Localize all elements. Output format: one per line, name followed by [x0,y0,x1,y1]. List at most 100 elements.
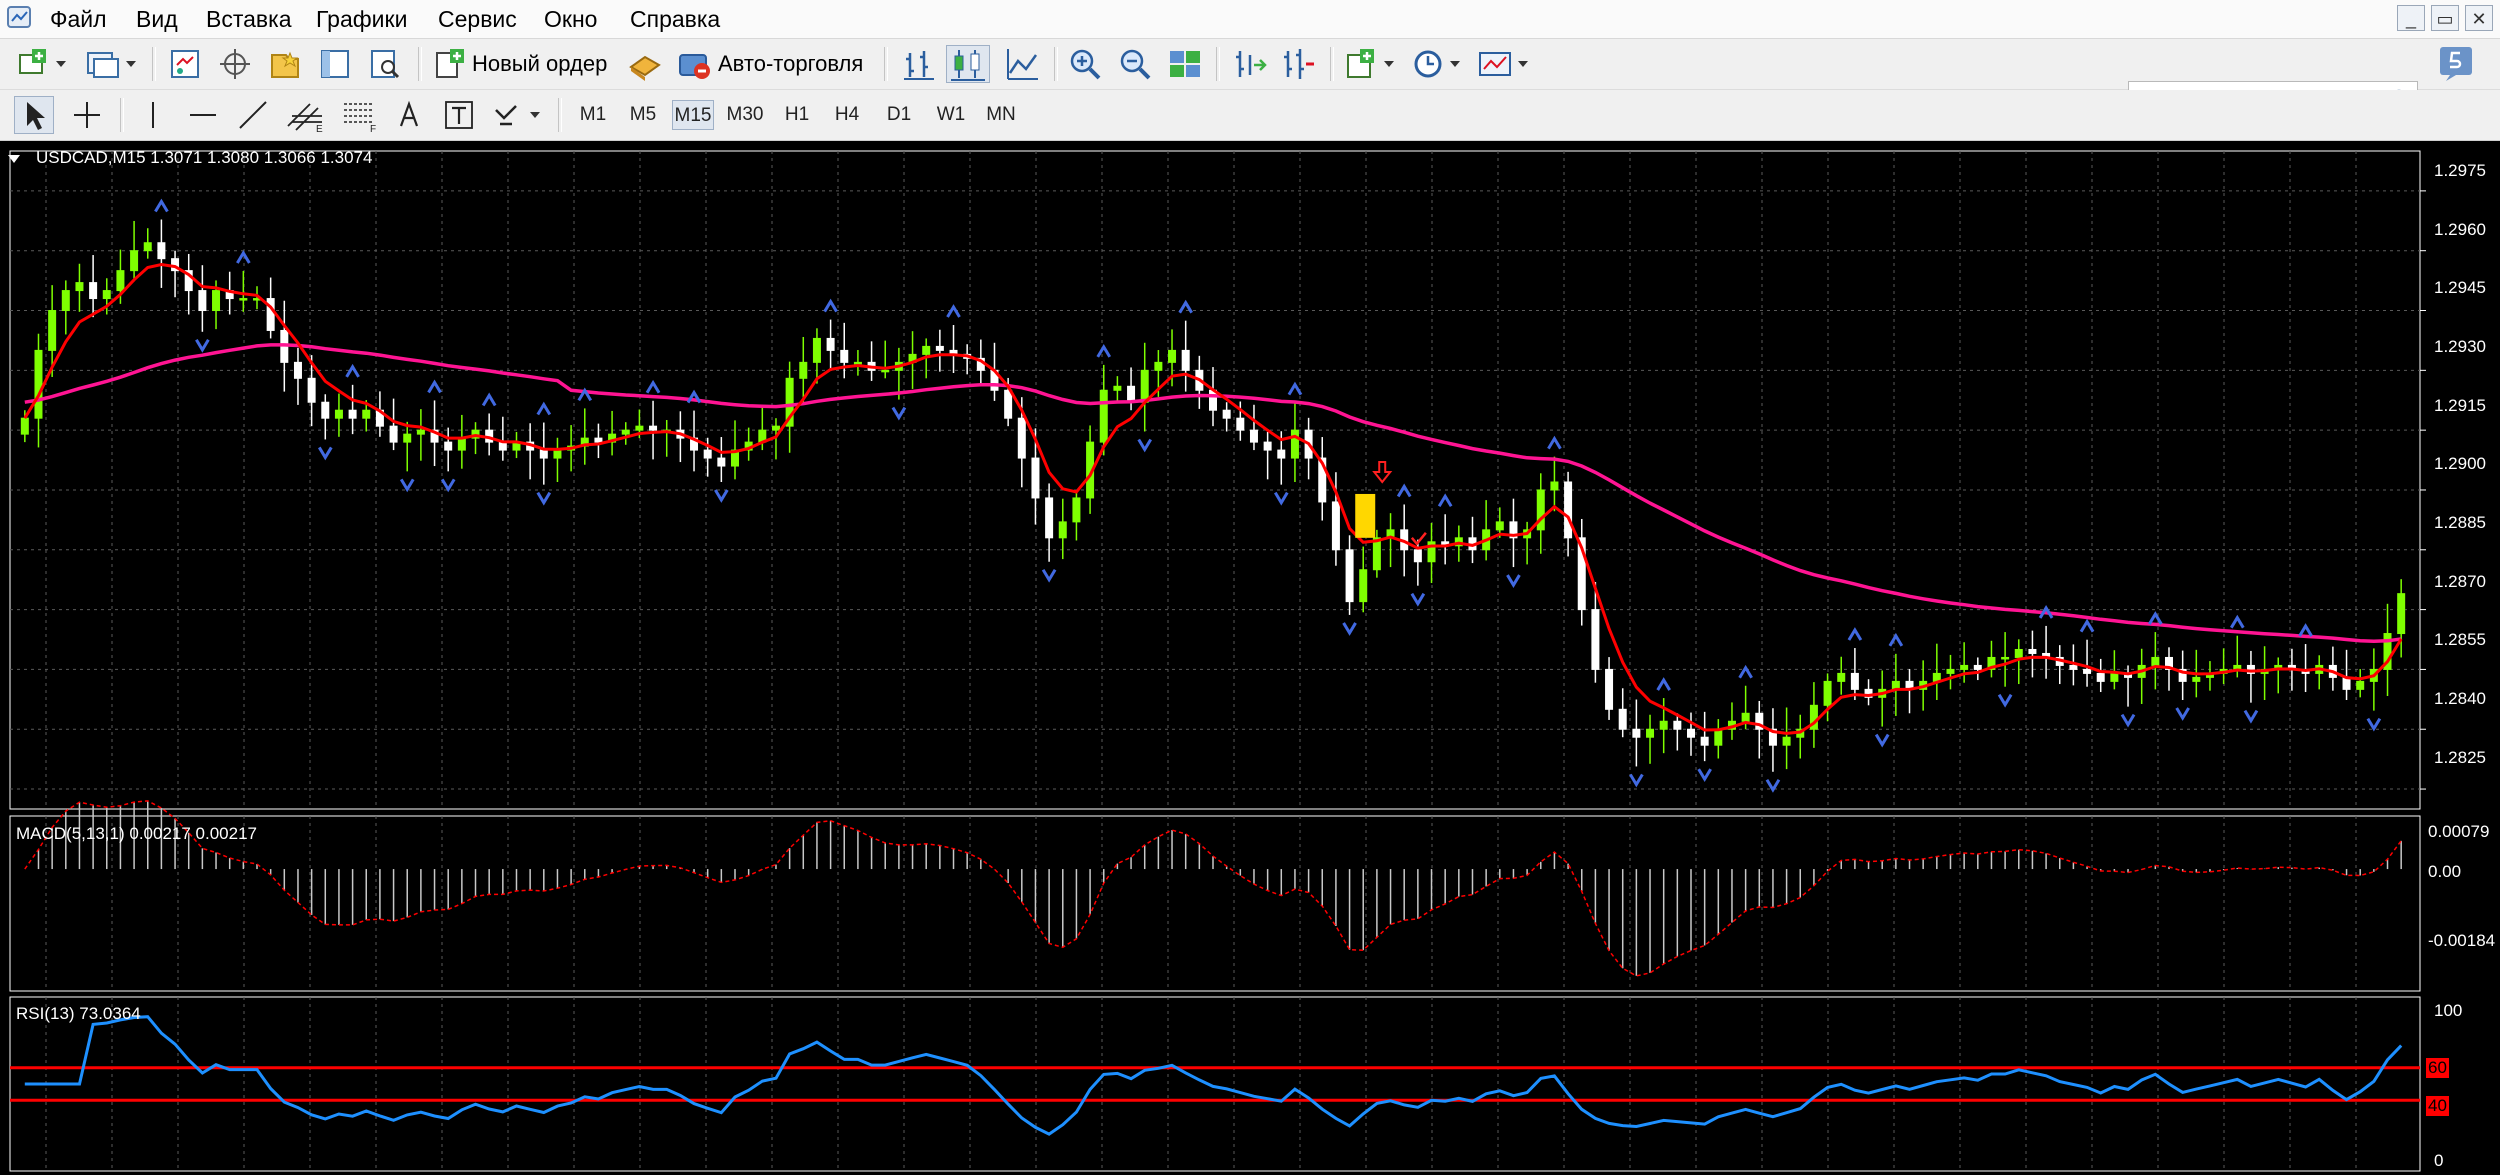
candle-body [1687,728,1695,738]
candle-body [1673,720,1682,730]
macd-signal-line [24,800,2402,977]
y-tick: 1.2930 [2434,337,2486,356]
tf-mn[interactable]: MN [980,100,1022,130]
candle-body [307,377,316,403]
candle-body [1837,672,1846,682]
minimize-button[interactable]: _ [2397,5,2425,31]
candle-body [539,449,548,459]
candle-body [1700,736,1709,746]
text-tool[interactable] [390,96,428,134]
candle-body [2028,648,2037,654]
fractal-down-marker [317,446,333,461]
candle-body [321,401,330,419]
main-panel-frame [9,150,2421,810]
tf-d1[interactable]: D1 [878,100,920,130]
candle-body [935,345,944,351]
tile-windows-button[interactable] [1166,45,1204,83]
tf-m5[interactable]: M5 [622,100,664,130]
fractal-down-marker [1629,773,1644,788]
fibonacci-tool[interactable]: F [338,96,382,134]
candle-body [61,290,70,312]
auto-trading-button[interactable]: Авто-торговля [676,45,876,83]
fractal-up-marker [2298,623,2313,637]
navigator-button[interactable] [266,45,304,83]
macd-header: MACD(5,13,1) 0.00217 0.00217 [16,824,257,843]
tf-m15[interactable]: M15 [672,100,714,130]
auto-trading-label: Авто-торговля [718,51,864,76]
tf-m30[interactable]: M30 [724,100,766,130]
fractal-down-marker [1342,622,1357,636]
chart-shift-icon [1236,51,1267,77]
restore-button[interactable]: ▭ [2431,5,2459,31]
equidistant-channel-tool[interactable]: E [284,96,328,134]
rsi-y-tick: 100 [2434,1001,2463,1020]
candle-body [1331,501,1340,551]
line-studies-toolbar: E F M1 M5 M15 M30 H1 H4 D1 W1 MN [0,90,2500,141]
line-chart-button[interactable] [1004,45,1042,83]
templates-button[interactable] [1476,45,1534,83]
zoom-out-button[interactable] [1116,45,1154,83]
menu-view[interactable]: Вид [136,0,178,38]
chart-shift-button[interactable] [1230,45,1268,83]
fractal-down-marker [1137,438,1152,453]
tf-w1[interactable]: W1 [930,100,972,130]
candlestick-chart-button[interactable] [946,45,990,83]
candle-body [1140,369,1149,403]
terminal-button[interactable] [316,45,354,83]
periods-button[interactable] [1410,45,1464,83]
tf-m1[interactable]: M1 [572,100,614,130]
new-order-button[interactable]: Новый ордер [434,45,614,83]
fractal-up-marker [1287,381,1303,396]
candle-body [2151,656,2160,666]
candle-body [157,242,166,260]
candle-body [799,361,808,379]
menu-tools[interactable]: Сервис [438,0,517,38]
candle-body [2356,680,2365,690]
candle-body [1072,497,1081,523]
candle-body [1632,728,1641,738]
menu-charts[interactable]: Графики [316,0,407,38]
zoom-in-button[interactable] [1066,45,1104,83]
rsi-line [24,1015,2403,1136]
data-window-button[interactable] [216,45,254,83]
candle-body [212,290,221,312]
y-tick: 1.2840 [2434,689,2486,708]
crosshair-tool[interactable] [68,96,106,134]
menu-insert[interactable]: Вставка [206,0,292,38]
signals-button[interactable] [2436,43,2476,83]
metaeditor-button[interactable] [626,45,664,83]
candle-body [102,290,111,300]
vertical-line-tool[interactable] [134,96,172,134]
horizontal-line-tool[interactable] [184,96,222,134]
candle-body [89,282,98,300]
tf-h4[interactable]: H4 [826,100,868,130]
tf-h1[interactable]: H1 [776,100,818,130]
strategy-tester-button[interactable] [366,45,404,83]
market-watch-button[interactable] [166,45,204,83]
candle-body [1741,712,1750,722]
fractal-up-marker [236,250,251,264]
menu-help[interactable]: Справка [630,0,720,38]
arrows-tool[interactable] [490,96,546,134]
menu-window[interactable]: Окно [544,0,597,38]
checkmark-icon [1410,532,1427,546]
chart-window[interactable]: USDCAD,M15 1.3071 1.3080 1.3066 1.3074 M… [0,141,2500,1175]
chart-canvas[interactable] [0,141,2500,1175]
new-chart-button[interactable] [16,45,72,83]
auto-scroll-button[interactable] [1280,45,1318,83]
bar-chart-button[interactable] [900,45,938,83]
candle-body [362,409,371,419]
indicators-button[interactable] [1344,45,1398,83]
candle-body [2014,648,2023,658]
candle-body [75,282,84,292]
candle-body [553,449,562,459]
candle-body [2001,656,2010,660]
profiles-button[interactable] [84,45,140,83]
y-tick: 1.2855 [2434,630,2486,649]
cursor-tool[interactable] [14,96,54,134]
text-a-icon [399,100,419,127]
close-button[interactable]: ✕ [2465,5,2493,31]
trendline-tool[interactable] [234,96,272,134]
text-label-tool[interactable] [440,96,478,134]
menu-file[interactable]: Файл [50,0,107,38]
